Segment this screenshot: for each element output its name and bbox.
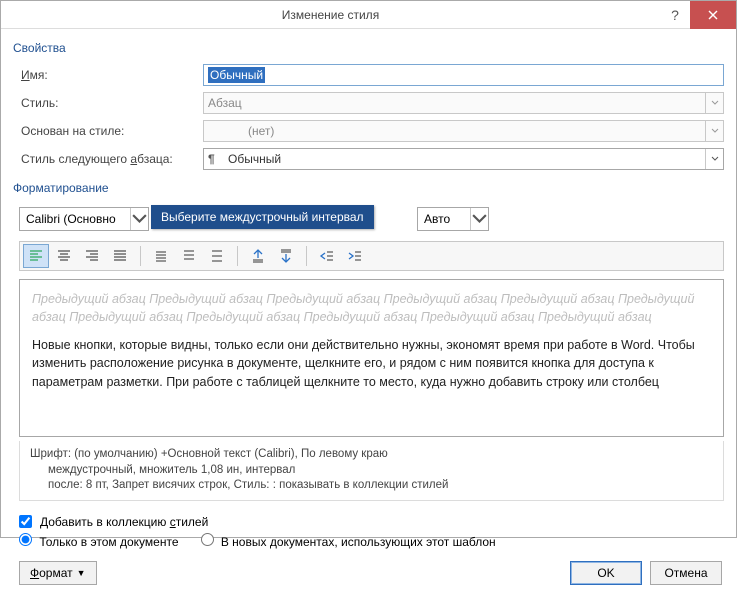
style-name-input[interactable]: Обычный [203, 64, 724, 86]
desc-line-2: междустрочный, множитель 1,08 ин, интерв… [30, 463, 713, 479]
align-justify-icon [112, 248, 128, 264]
style-type-value: Абзац [208, 96, 242, 110]
only-this-doc-radio[interactable] [19, 533, 32, 546]
chevron-down-icon [705, 93, 723, 113]
based-on-label: Основан на стиле: [13, 124, 203, 138]
increase-indent-button[interactable] [342, 244, 368, 268]
line-spacing-15-icon [181, 248, 197, 264]
space-before-icon [250, 248, 266, 264]
align-left-button[interactable] [23, 244, 49, 268]
close-button[interactable] [690, 1, 736, 29]
font-family-combo[interactable]: Calibri (Основно [19, 207, 149, 231]
space-after-button[interactable] [273, 244, 299, 268]
chevron-down-icon[interactable] [705, 149, 723, 169]
chevron-down-icon[interactable] [130, 208, 148, 230]
align-justify-button[interactable] [107, 244, 133, 268]
align-center-button[interactable] [51, 244, 77, 268]
titlebar: Изменение стиля ? [1, 1, 736, 29]
font-color-value: Авто [424, 212, 450, 226]
format-button[interactable]: Формат▼ [19, 561, 97, 585]
font-family-value: Calibri (Основно [26, 212, 116, 226]
desc-line-3: после: 8 пт, Запрет висячих строк, Стиль… [30, 478, 713, 494]
style-preview: Предыдущий абзац Предыдущий абзац Предыд… [19, 279, 724, 437]
decrease-indent-icon [319, 248, 335, 264]
line-spacing-1-button[interactable] [148, 244, 174, 268]
based-on-combo[interactable]: (нет) [203, 120, 724, 142]
next-style-combo[interactable]: ¶ Обычный [203, 148, 724, 170]
chevron-down-icon[interactable] [705, 121, 723, 141]
desc-line-1: Шрифт: (по умолчанию) +Основной текст (C… [30, 447, 713, 463]
line-spacing-15-button[interactable] [176, 244, 202, 268]
next-style-value: Обычный [228, 152, 281, 166]
preview-sample-text: Новые кнопки, которые видны, только если… [32, 336, 711, 390]
line-spacing-2-button[interactable] [204, 244, 230, 268]
cancel-button[interactable]: Отмена [650, 561, 722, 585]
based-on-value: (нет) [208, 124, 274, 138]
paragraph-toolbar [19, 241, 724, 271]
add-to-gallery-checkbox[interactable] [19, 515, 32, 528]
style-description: Шрифт: (по умолчанию) +Основной текст (C… [19, 441, 724, 501]
add-to-gallery-label[interactable]: Добавить в коллекцию стилей [40, 515, 208, 529]
line-spacing-1-icon [153, 248, 169, 264]
modify-style-dialog: Изменение стиля ? Свойства Имя: Обычный … [0, 0, 737, 538]
chevron-down-icon[interactable] [470, 208, 488, 230]
align-right-icon [84, 248, 100, 264]
close-icon [708, 10, 718, 20]
align-right-button[interactable] [79, 244, 105, 268]
line-spacing-2-icon [209, 248, 225, 264]
space-after-icon [278, 248, 294, 264]
increase-indent-icon [347, 248, 363, 264]
paragraph-icon: ¶ [208, 152, 222, 166]
style-type-combo: Абзац [203, 92, 724, 114]
new-docs-radio[interactable] [201, 533, 214, 546]
style-name-value: Обычный [208, 67, 265, 83]
line-spacing-tooltip: Выберите междустрочный интервал [151, 205, 374, 229]
new-docs-radio-label[interactable]: В новых документах, использующих этот ша… [201, 533, 496, 549]
dialog-title: Изменение стиля [1, 8, 660, 22]
help-button[interactable]: ? [660, 1, 690, 29]
next-style-label: Стиль следующего абзаца: [13, 152, 203, 166]
font-color-combo[interactable]: Авто [417, 207, 489, 231]
align-center-icon [56, 248, 72, 264]
ok-button[interactable]: OK [570, 561, 642, 585]
only-this-doc-radio-label[interactable]: Только в этом документе [19, 533, 179, 549]
align-left-icon [28, 248, 44, 264]
properties-group-label: Свойства [13, 41, 724, 55]
preview-ghost-text: Предыдущий абзац Предыдущий абзац Предыд… [32, 290, 711, 326]
style-type-label: Стиль: [13, 96, 203, 110]
space-before-button[interactable] [245, 244, 271, 268]
formatting-group-label: Форматирование [13, 181, 724, 195]
name-label: Имя: [13, 68, 203, 82]
decrease-indent-button[interactable] [314, 244, 340, 268]
